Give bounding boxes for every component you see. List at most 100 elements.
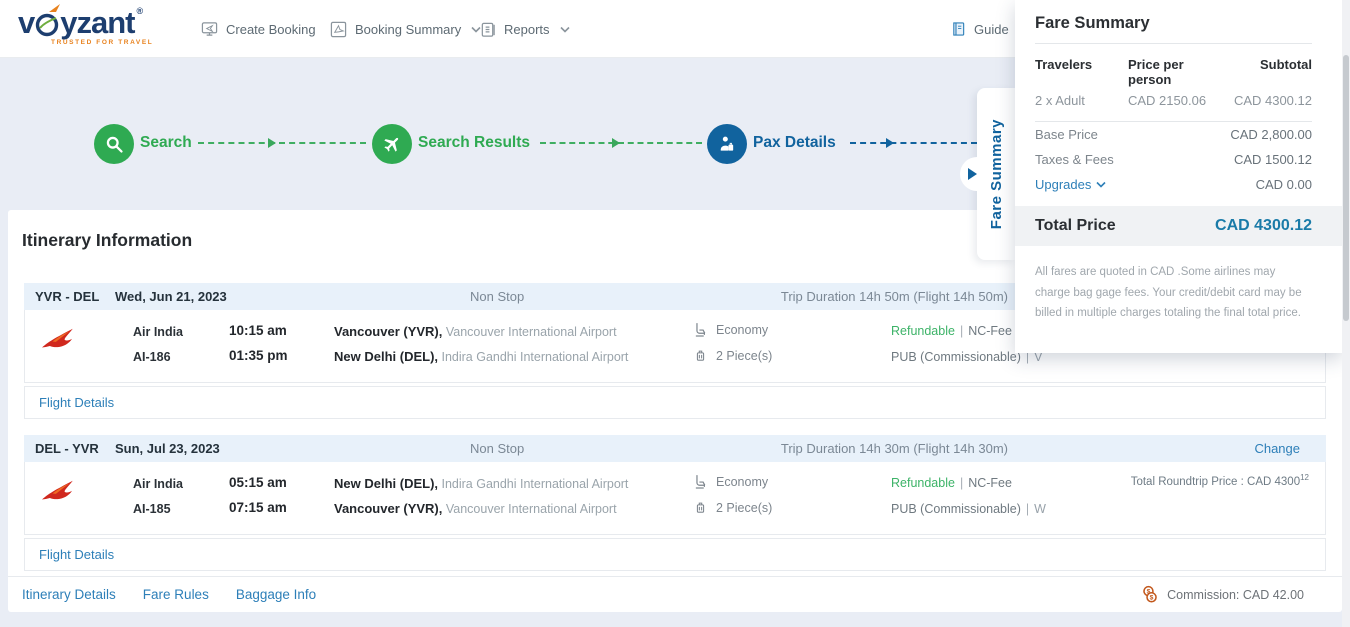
subtotal-value: CAD 4300.12 (1227, 93, 1312, 108)
fare-summary-title: Fare Summary (1035, 14, 1312, 44)
step-search-label[interactable]: Search (140, 134, 192, 152)
passenger-icon (717, 134, 737, 154)
fare-summary-tab-label: Fare Summary (988, 119, 1005, 229)
baggage-allowance: 2 Piece(s) (694, 500, 772, 515)
cabin-class: Economy (694, 474, 768, 489)
segment-date: Wed, Jun 21, 2023 (115, 289, 227, 304)
stepper-connector (198, 142, 366, 144)
travelers-value: 2 x Adult (1035, 93, 1128, 108)
itinerary-footer: Itinerary Details Fare Rules Baggage Inf… (8, 576, 1342, 612)
fare-summary-panel: Fare Summary Travelers Price per person … (1015, 0, 1342, 353)
stepper-connector (540, 142, 702, 144)
collapse-arrow-icon (968, 168, 977, 180)
globe-icon (35, 13, 59, 37)
page-scrollbar[interactable] (1342, 0, 1350, 627)
flight-details-link[interactable]: Flight Details (24, 538, 1326, 571)
total-price-value: CAD 4300.12 (1215, 217, 1312, 235)
arrival-time: 01:35 pm (229, 348, 288, 363)
booking-summary-icon (330, 21, 347, 38)
nav-reports[interactable]: Reports (480, 0, 570, 58)
stepper-arrow-icon (268, 138, 276, 148)
nav-guide[interactable]: Guide (951, 0, 1009, 58)
arrival-time: 07:15 am (229, 500, 287, 515)
departure-airport: New Delhi (DEL), Indira Gandhi Internati… (334, 475, 628, 493)
coins-icon: $ $ (1141, 585, 1159, 604)
departure-airport: Vancouver (YVR), Vancouver International… (334, 323, 617, 341)
stepper-connector (850, 142, 977, 144)
airline-name: Air India (133, 477, 183, 491)
upgrades-link[interactable]: Upgrades (1035, 177, 1106, 192)
change-flight-link[interactable]: Change (1254, 441, 1300, 456)
airline-name: Air India (133, 325, 183, 339)
step-pax-details-circle[interactable] (707, 124, 747, 164)
nav-label: Create Booking (226, 22, 316, 37)
reports-icon (480, 21, 496, 38)
departure-time: 05:15 am (229, 475, 287, 490)
nav-label: Booking Summary (355, 22, 461, 37)
stepper-arrow-icon (612, 138, 620, 148)
stops-label: Non Stop (470, 289, 524, 304)
registered-mark: ® (137, 7, 144, 16)
flight-details-link[interactable]: Flight Details (24, 386, 1326, 419)
nav-label: Reports (504, 22, 550, 37)
cabin-class: Economy (694, 322, 768, 337)
luggage-icon (694, 500, 707, 515)
flight-number: AI-185 (133, 502, 171, 516)
commission-info: $ $ Commission: CAD 42.00 (1141, 585, 1304, 604)
price-per-person-value: CAD 2150.06 (1128, 93, 1227, 108)
segment-date: Sun, Jul 23, 2023 (115, 441, 220, 456)
total-price-bar: Total Price CAD 4300.12 (1015, 206, 1342, 246)
segment-header-bar: DEL - YVR Sun, Jul 23, 2023 Non Stop Tri… (24, 435, 1326, 462)
route-label: DEL - YVR (35, 441, 115, 456)
step-search-circle[interactable] (94, 124, 134, 164)
logo-tagline: TRUSTED FOR TRAVEL (51, 39, 153, 46)
guide-book-icon (951, 21, 966, 37)
fare-table-header: Travelers Price per person Subtotal (1035, 44, 1312, 91)
base-price-row: Base Price CAD 2,800.00 (1035, 122, 1312, 147)
stepper-arrow-icon (886, 138, 894, 148)
flight-segment-return: DEL - YVR Sun, Jul 23, 2023 Non Stop Tri… (24, 435, 1326, 535)
voyzant-logo[interactable]: v yzant ® TRUSTED FOR TRAVEL (18, 7, 153, 46)
logo-text: yzant (60, 7, 134, 38)
seat-icon (694, 322, 707, 337)
page-title: Itinerary Information (22, 230, 192, 251)
plane-doodle-icon (48, 3, 62, 14)
nav-label: Guide (974, 22, 1009, 37)
air-india-logo (39, 478, 75, 506)
fare-table-row: 2 x Adult CAD 2150.06 CAD 4300.12 (1035, 91, 1312, 122)
seat-icon (694, 474, 707, 489)
svg-text:$: $ (1150, 595, 1154, 602)
baggage-info-link[interactable]: Baggage Info (236, 587, 316, 602)
flight-number: AI-186 (133, 350, 171, 364)
commission-text: Commission: CAD 42.00 (1167, 588, 1304, 602)
nav-create-booking[interactable]: Create Booking (201, 0, 316, 58)
luggage-icon (694, 348, 707, 363)
arrival-airport: Vancouver (YVR), Vancouver International… (334, 500, 617, 518)
step-search-results-label[interactable]: Search Results (418, 134, 530, 152)
fare-summary-tab[interactable]: Fare Summary (977, 88, 1015, 260)
chevron-down-icon (1096, 181, 1106, 188)
step-pax-details-label[interactable]: Pax Details (753, 134, 836, 152)
departure-time: 10:15 am (229, 323, 287, 338)
air-india-logo (39, 326, 75, 354)
step-search-results-circle[interactable] (372, 124, 412, 164)
scrollbar-thumb[interactable] (1343, 55, 1349, 321)
fare-refund-info: Refundable|NC-Fee (891, 476, 1012, 490)
taxes-fees-row: Taxes & Fees CAD 1500.12 (1035, 147, 1312, 172)
flight-row: Air India AI-185 05:15 am 07:15 am New D… (24, 462, 1326, 535)
fare-refund-info: Refundable|NC-Fee (891, 324, 1012, 338)
route-label: YVR - DEL (35, 289, 115, 304)
upgrades-row: Upgrades CAD 0.00 (1035, 172, 1312, 197)
stops-label: Non Stop (470, 441, 524, 456)
total-roundtrip-price: Total Roundtrip Price : CAD 430012 (1131, 473, 1309, 488)
trip-duration: Trip Duration 14h 50m (Flight 14h 50m) (781, 289, 1008, 304)
nav-booking-summary[interactable]: Booking Summary (330, 0, 481, 58)
fare-disclaimer: All fares are quoted in CAD .Some airlin… (1035, 262, 1312, 324)
baggage-allowance: 2 Piece(s) (694, 348, 772, 363)
itinerary-details-link[interactable]: Itinerary Details (22, 587, 116, 602)
create-booking-icon (201, 21, 218, 37)
fare-rules-link[interactable]: Fare Rules (143, 587, 209, 602)
trip-duration: Trip Duration 14h 30m (Flight 14h 30m) (781, 441, 1008, 456)
fare-basis-info[interactable]: PUB (Commissionable)|W (891, 502, 1046, 516)
search-icon (104, 134, 125, 155)
